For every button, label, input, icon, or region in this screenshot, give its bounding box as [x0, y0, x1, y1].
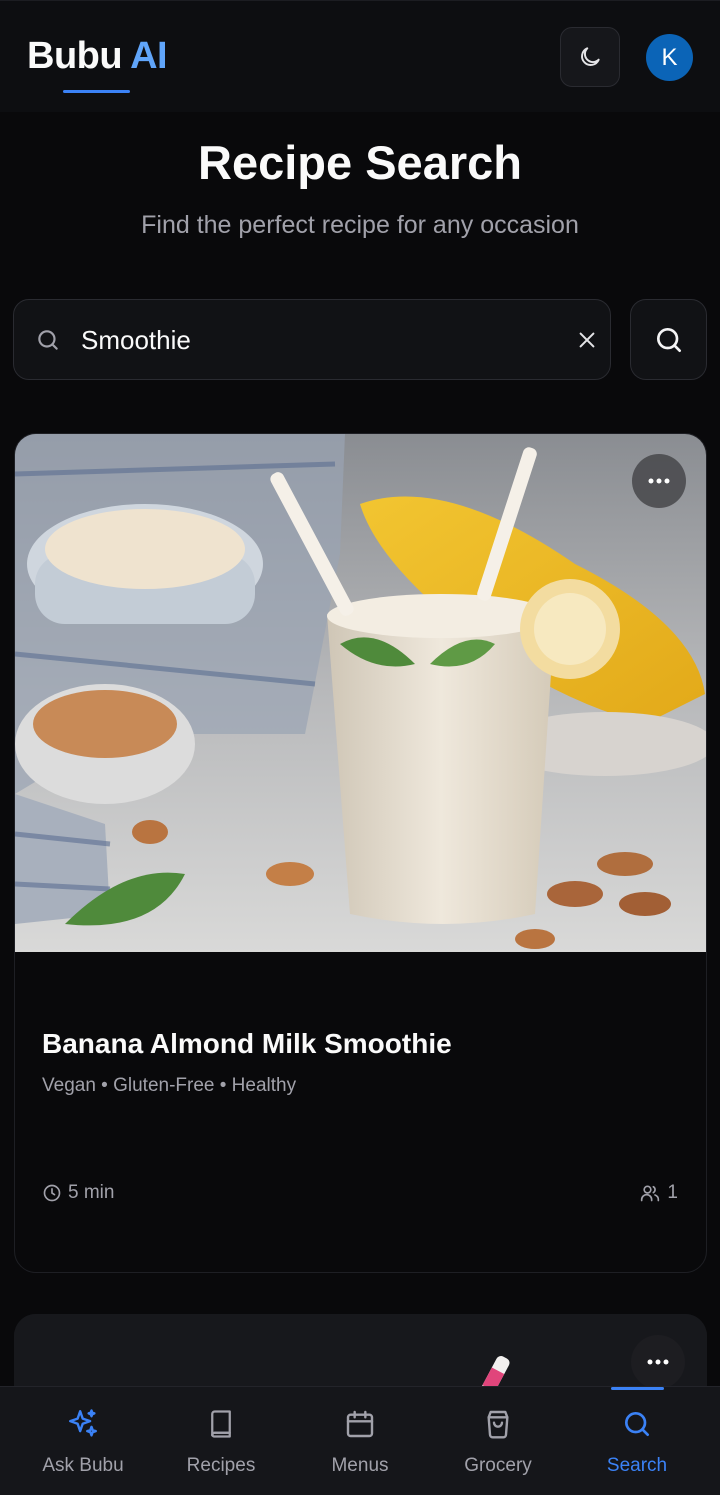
page-subtitle: Find the perfect recipe for any occasion: [141, 211, 579, 239]
book-icon: [206, 1407, 236, 1441]
search-icon: [621, 1407, 653, 1441]
search-submit-button[interactable]: [630, 299, 707, 380]
nav-item-ask-bubu[interactable]: Ask Bubu: [13, 1387, 153, 1495]
nav-label-ask-bubu: Ask Bubu: [42, 1455, 124, 1476]
users-icon: [641, 1185, 660, 1202]
servings-value: 1: [667, 1182, 678, 1203]
close-icon[interactable]: [570, 323, 604, 357]
top-bar: Bubu AI K: [0, 0, 720, 112]
nav-label-recipes: Recipes: [186, 1455, 256, 1476]
theme-toggle-button[interactable]: [560, 27, 620, 87]
search-input[interactable]: [81, 318, 541, 362]
avatar[interactable]: K: [646, 34, 693, 81]
prep-time: 5 min: [42, 1181, 114, 1205]
more-horizontal-icon: [648, 478, 670, 484]
smoothie-photo: [14, 1314, 707, 1394]
bottom-navigation: Ask Bubu Recipes Menus Grocery Search: [0, 1386, 720, 1495]
nav-label-grocery: Grocery: [464, 1455, 532, 1476]
nav-item-recipes[interactable]: Recipes: [151, 1387, 291, 1495]
search-bar: [13, 299, 611, 380]
search-icon: [35, 327, 61, 358]
brand-accent: AI: [130, 35, 168, 77]
more-options-button[interactable]: [632, 454, 686, 508]
recipe-title[interactable]: Banana Almond Milk Smoothie: [42, 1026, 452, 1062]
nav-item-grocery[interactable]: Grocery: [428, 1387, 568, 1495]
brand-underline: [63, 90, 130, 93]
nav-item-menus[interactable]: Menus: [290, 1387, 430, 1495]
recipe-tags: Vegan • Gluten-Free • Healthy: [42, 1075, 297, 1096]
nav-item-search[interactable]: Search: [567, 1387, 707, 1495]
brand-logo[interactable]: Bubu AI: [27, 34, 168, 78]
nav-label-search: Search: [606, 1455, 668, 1476]
recipe-card[interactable]: Banana Almond Milk Smoothie Vegan • Glut…: [14, 433, 707, 1273]
moon-icon: [581, 47, 600, 66]
sparkles-icon: [66, 1407, 100, 1441]
brand-name: Bubu: [27, 35, 123, 77]
search-icon: [656, 327, 681, 352]
smoothie-photo: [15, 434, 706, 952]
prep-time-value: 5 min: [68, 1182, 115, 1203]
nav-label-menus: Menus: [331, 1455, 389, 1476]
shopping-bag-icon: [482, 1407, 514, 1441]
more-horizontal-icon: [647, 1359, 669, 1365]
more-options-button[interactable]: [631, 1335, 685, 1389]
calendar-icon: [344, 1407, 376, 1441]
servings: 1: [639, 1181, 678, 1205]
recipe-image[interactable]: [15, 434, 706, 952]
clock-icon: [43, 1184, 61, 1202]
page-title: Recipe Search: [198, 136, 522, 189]
